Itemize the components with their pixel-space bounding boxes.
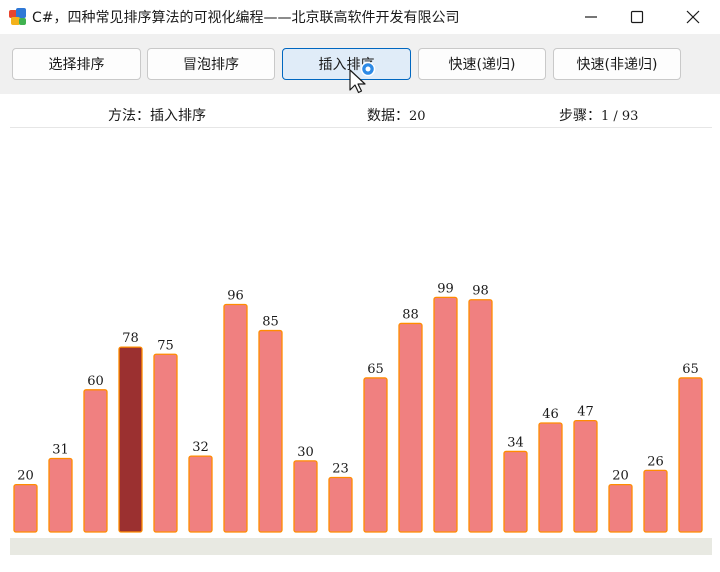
bar-1 <box>48 457 73 533</box>
bar-19 <box>678 377 703 533</box>
data-value: 20 <box>409 109 426 124</box>
bar-12 <box>433 296 458 533</box>
title-bar: C#，四种常见排序算法的可视化编程——北京联高软件开发有限公司 <box>0 0 720 34</box>
bar-16 <box>573 419 598 533</box>
bar-label-17: 20 <box>612 469 629 484</box>
bar-7 <box>258 329 283 533</box>
bar-18 <box>643 469 668 533</box>
bar-15 <box>538 422 563 533</box>
bar-label-3: 78 <box>122 331 139 346</box>
mouse-cursor-icon <box>349 61 376 94</box>
sort-visualization-chart: 20 31 60 78 75 32 96 85 30 23 65 88 99 98 34 46 47 20 26 65 <box>0 128 720 540</box>
bar-chart: 20 31 60 78 75 32 96 85 30 23 65 88 99 98 34 46 47 20 26 65 <box>13 281 703 533</box>
bar-label-2: 60 <box>87 374 104 389</box>
bar-label-16: 47 <box>577 405 594 420</box>
status-bar: 方法：插入排序 数据：20 步骤：1 / 93 <box>0 94 720 128</box>
bar-17 <box>608 483 633 533</box>
bar-label-0: 20 <box>17 469 34 484</box>
bar-label-9: 23 <box>332 461 349 476</box>
close-icon <box>686 10 700 24</box>
bar-label-18: 26 <box>647 454 664 469</box>
bar-0 <box>13 483 38 533</box>
bar-11 <box>398 322 423 533</box>
bar-8 <box>293 460 318 533</box>
bar-label-15: 46 <box>542 407 559 422</box>
bar-label-7: 85 <box>262 315 279 330</box>
bar-14 <box>503 450 528 533</box>
maximize-button[interactable] <box>614 0 660 34</box>
quick-sort-recursive-button[interactable]: 快速(递归) <box>418 48 546 80</box>
bar-4 <box>153 353 178 533</box>
minimize-button[interactable] <box>568 0 614 34</box>
app-icon[interactable] <box>9 8 27 26</box>
bar-3 <box>118 346 143 533</box>
minimize-icon <box>585 16 597 18</box>
bar-label-11: 88 <box>402 307 419 322</box>
bar-9 <box>328 476 353 533</box>
close-button[interactable] <box>670 0 716 34</box>
bar-6 <box>223 303 248 533</box>
bar-label-8: 30 <box>297 445 314 460</box>
bar-label-4: 75 <box>157 338 174 353</box>
bar-5 <box>188 455 213 533</box>
bar-label-5: 32 <box>192 440 209 455</box>
steps-value: 1 / 93 <box>601 109 639 124</box>
bar-label-1: 31 <box>52 443 69 458</box>
data-count-status: 数据：20 <box>367 105 426 125</box>
bar-label-6: 96 <box>227 288 244 303</box>
bar-label-10: 65 <box>367 362 384 377</box>
bottom-strip <box>10 538 712 555</box>
method-label: 方法： <box>108 108 150 124</box>
quick-sort-iterative-button[interactable]: 快速(非递归) <box>553 48 681 80</box>
window-title: C#，四种常见排序算法的可视化编程——北京联高软件开发有限公司 <box>32 10 460 26</box>
bubble-sort-button[interactable]: 冒泡排序 <box>147 48 275 80</box>
steps-status: 步骤：1 / 93 <box>559 105 638 125</box>
maximize-icon <box>630 10 644 24</box>
bar-13 <box>468 299 493 533</box>
method-status: 方法：插入排序 <box>108 105 206 125</box>
bar-10 <box>363 377 388 533</box>
bar-label-19: 65 <box>682 362 699 377</box>
selection-sort-button[interactable]: 选择排序 <box>12 48 141 80</box>
steps-label: 步骤： <box>559 108 601 124</box>
bar-label-12: 99 <box>437 281 454 296</box>
data-label: 数据： <box>367 108 409 124</box>
bar-label-14: 34 <box>507 435 524 450</box>
bar-label-13: 98 <box>472 284 489 299</box>
bar-2 <box>83 389 108 533</box>
method-value: 插入排序 <box>150 108 206 124</box>
